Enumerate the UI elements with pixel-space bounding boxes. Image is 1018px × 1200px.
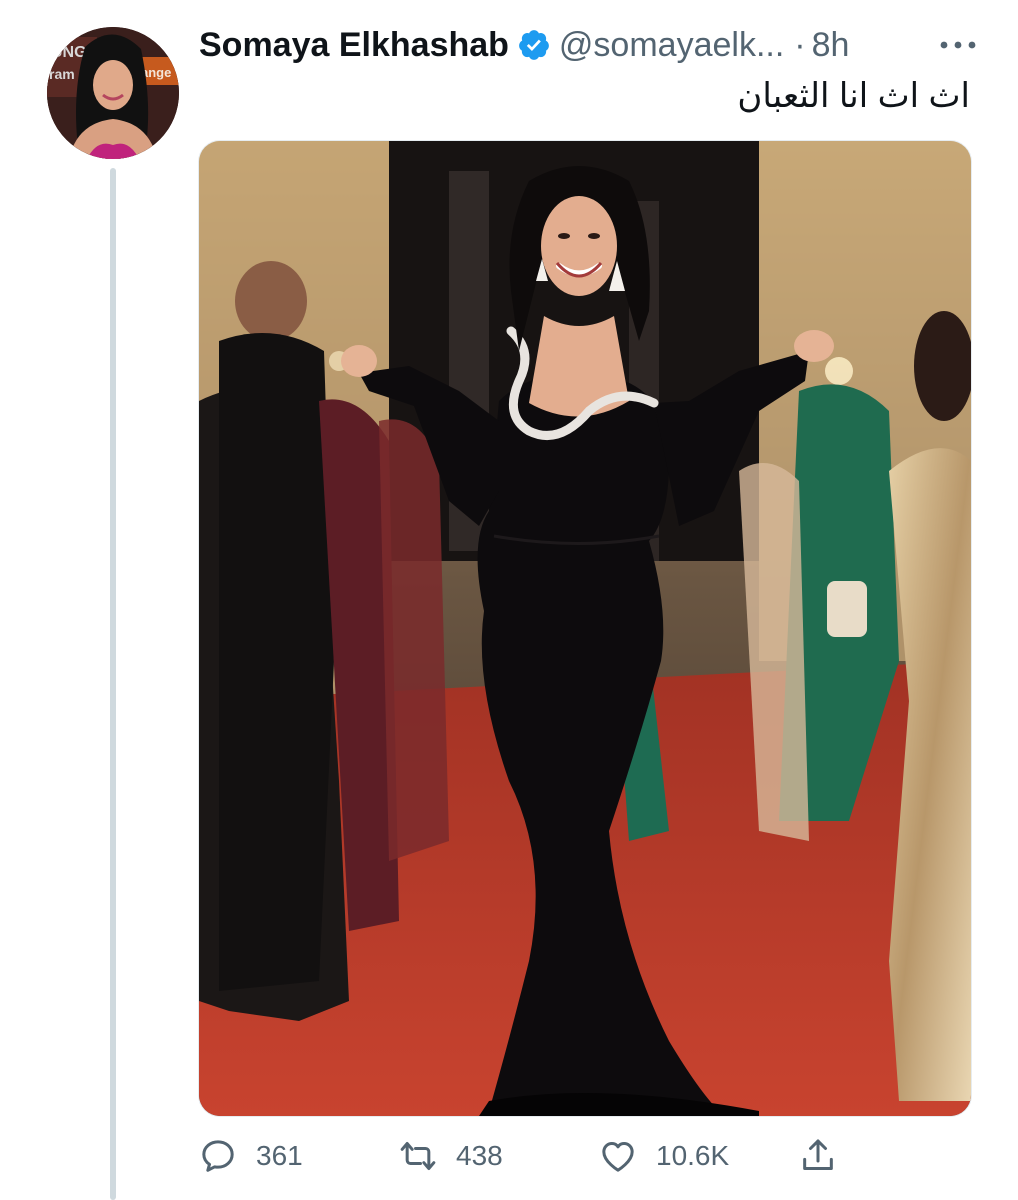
- like-count: 10.6K: [656, 1140, 730, 1171]
- thread-line: [110, 168, 116, 1200]
- tweet-photo[interactable]: [198, 140, 972, 1117]
- reply-button[interactable]: 361: [198, 1132, 303, 1180]
- tweet-actions: 361 438 10.6K: [198, 1132, 858, 1180]
- reply-icon: [202, 1140, 234, 1172]
- like-icon: [602, 1142, 634, 1172]
- avatar-backdrop-text-1: UNG: [51, 44, 87, 61]
- share-button[interactable]: [798, 1132, 838, 1180]
- retweet-button[interactable]: 438: [398, 1132, 503, 1180]
- share-icon: [803, 1139, 833, 1170]
- more-horizontal-icon[interactable]: [938, 38, 978, 52]
- retweet-count: 438: [456, 1140, 503, 1171]
- separator-dot: ·: [794, 25, 806, 64]
- user-handle[interactable]: @somayaelk...: [559, 26, 784, 65]
- photo-image: [199, 141, 971, 1116]
- verified-badge-icon: [519, 30, 549, 60]
- like-button[interactable]: 10.6K: [598, 1132, 729, 1180]
- tweet-header: Somaya Elkhashab @somayaelk... · 8h: [199, 24, 978, 66]
- tweet-text: اث اث انا الثعبان: [737, 77, 970, 115]
- avatar-backdrop-text-2: ram: [49, 66, 75, 82]
- timestamp[interactable]: 8h: [812, 26, 850, 65]
- reply-count: 361: [256, 1140, 303, 1171]
- avatar[interactable]: UNG ram ange: [47, 27, 179, 159]
- display-name[interactable]: Somaya Elkhashab: [199, 26, 509, 65]
- tweet: UNG ram ange Somaya Elkhashab @somayaelk…: [0, 0, 1018, 1200]
- avatar-image: UNG ram ange: [47, 27, 179, 159]
- retweet-icon: [400, 1142, 436, 1170]
